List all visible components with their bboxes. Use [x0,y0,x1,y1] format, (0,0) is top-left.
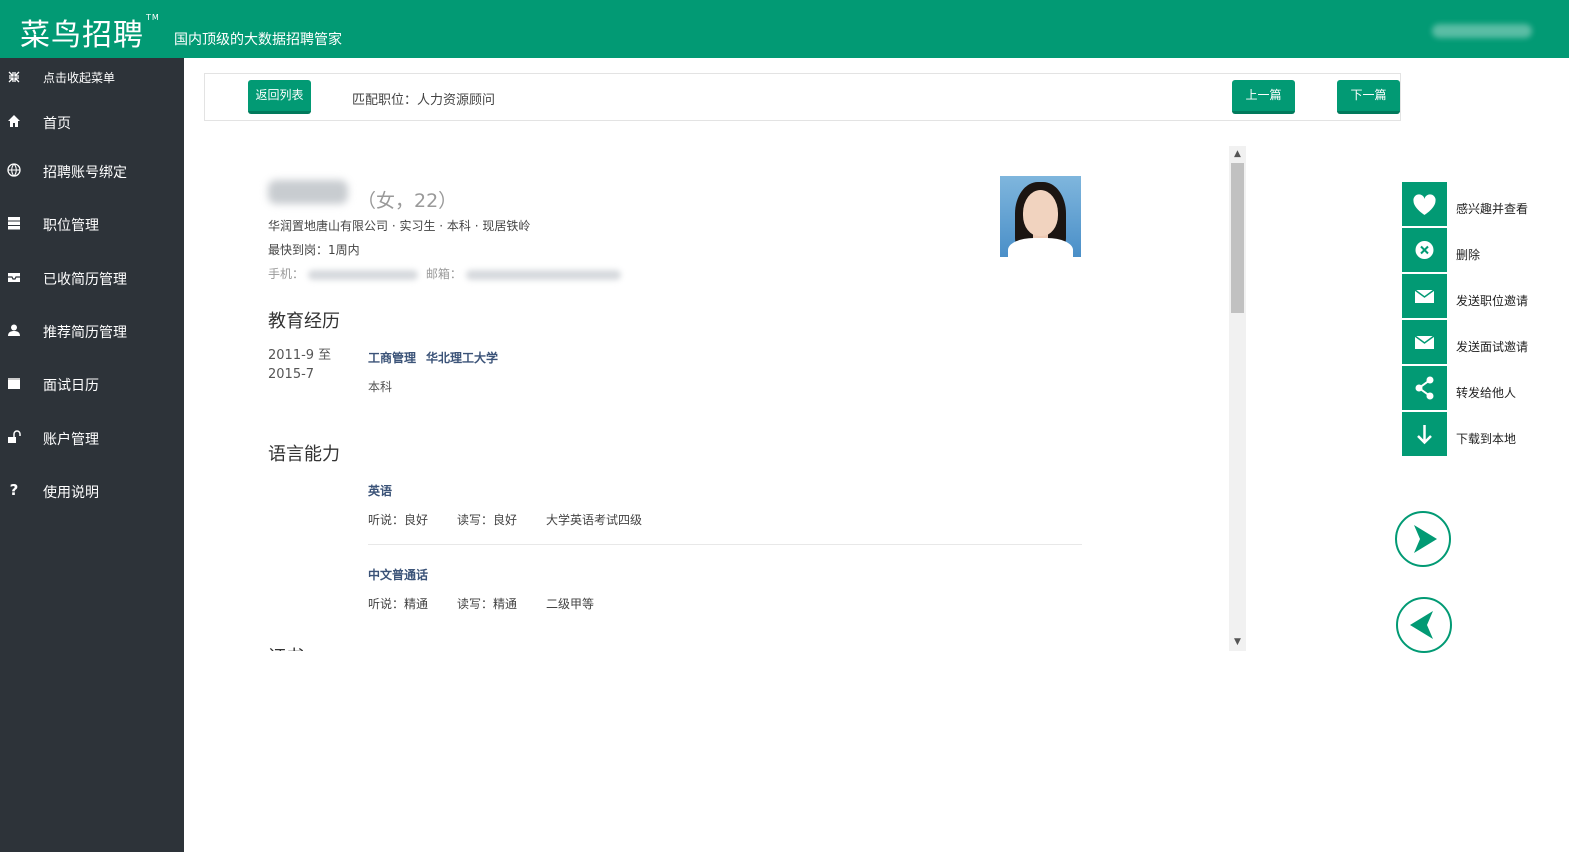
sidebar-item-account[interactable]: 账户管理 [0,420,184,456]
envelope-icon [1402,274,1447,318]
sidebar-item-label: 点击收起菜单 [43,71,116,85]
candidate-summary: 华润置地唐山有限公司 · 实习生 · 本科 · 现居铁岭 [268,219,531,233]
sidebar-item-label: 首页 [43,116,71,132]
sidebar-item-label: 使用说明 [43,485,99,501]
education-major: 工商管理 [368,351,417,365]
app-logo[interactable]: 菜鸟招聘TM [20,10,160,54]
forward-button[interactable]: 转发给他人 [1402,366,1552,410]
arrow-left-icon [1410,611,1433,639]
back-to-list-button[interactable]: 返回列表 [248,80,311,114]
scroll-up-icon[interactable]: ▲ [1229,146,1246,163]
action-label: 删除 [1456,248,1481,262]
next-arrow-button[interactable] [1395,511,1451,567]
prev-resume-button[interactable]: 上一篇 [1232,80,1295,114]
sidebar: 点击收起菜单 首页 招聘账号绑定 职位管理 已收简历管理 推荐简历管理 面试日历… [0,58,184,852]
candidate-name-redacted [268,180,348,204]
sidebar-item-label: 招聘账号绑定 [43,165,127,181]
globe-icon [7,163,21,177]
candidate-contact: 手机： 邮箱： [268,265,625,282]
language-section-title: 语言能力 [268,444,340,465]
unlock-icon [7,430,21,444]
phone-redacted [308,269,419,280]
action-label: 转发给他人 [1456,386,1517,400]
scroll-thumb[interactable] [1231,163,1244,313]
arrow-right-icon [1414,525,1437,553]
education-degree: 本科 [368,380,393,394]
candidate-photo [1000,176,1081,257]
sidebar-item-help[interactable]: ? 使用说明 [0,473,184,509]
heart-icon [1402,182,1447,226]
prev-arrow-button[interactable] [1396,597,1452,653]
sidebar-item-interview-calendar[interactable]: 面试日历 [0,366,184,402]
action-label: 下载到本地 [1456,432,1517,446]
sidebar-item-account-binding[interactable]: 招聘账号绑定 [0,153,184,189]
resume-content: （女，22） 华润置地唐山有限公司 · 实习生 · 本科 · 现居铁岭 最快到岗… [204,146,1246,651]
action-label: 发送面试邀请 [1456,340,1529,354]
education-section-title: 教育经历 [268,311,340,332]
download-button[interactable]: 下载到本地 [1402,412,1552,456]
sidebar-item-collapse[interactable]: 点击收起菜单 [0,60,184,96]
sidebar-item-label: 账户管理 [43,432,99,448]
send-position-invite-button[interactable]: 发送职位邀请 [1402,274,1552,318]
sidebar-item-home[interactable]: 首页 [0,104,184,140]
app-slogan: 国内顶级的大数据招聘管家 [174,32,342,48]
inbox-icon [7,270,21,284]
education-dates: 2011-9 至 2015-7 [268,348,332,382]
sidebar-item-positions[interactable]: 职位管理 [0,206,184,242]
candidate-availability: 最快到岗：1周内 [268,243,360,257]
next-section-title-partial: 证书 [268,643,304,651]
interested-view-button[interactable]: 感兴趣并查看 [1402,182,1552,226]
email-redacted [465,269,621,280]
language-name: 英语 [368,484,393,498]
top-bar: 菜鸟招聘TM 国内顶级的大数据招聘管家 [0,0,1569,58]
send-interview-invite-button[interactable]: 发送面试邀请 [1402,320,1552,364]
scroll-down-icon[interactable]: ▼ [1229,634,1246,651]
home-icon [7,114,21,128]
resume-scrollbar[interactable]: ▲ ▼ [1229,146,1246,651]
action-label: 感兴趣并查看 [1456,202,1529,216]
question-icon: ? [9,481,19,499]
education-school: 华北理工大学 [426,351,499,365]
sidebar-item-label: 推荐简历管理 [43,325,127,341]
candidate-gender-age: （女，22） [357,190,458,212]
delete-button[interactable]: 删除 [1402,228,1552,272]
share-icon [1402,366,1447,410]
resume-header-bar: 返回列表 匹配职位：人力资源顾问 上一篇 下一篇 [204,73,1401,121]
server-icon [7,216,21,230]
user-icon [7,323,21,337]
collapse-icon [7,70,21,84]
action-label: 发送职位邀请 [1456,294,1529,308]
next-resume-button[interactable]: 下一篇 [1337,80,1400,114]
user-menu[interactable] [1432,24,1532,38]
sidebar-item-label: 面试日历 [43,378,99,394]
sidebar-item-recommended-resumes[interactable]: 推荐简历管理 [0,313,184,349]
matched-position: 匹配职位：人力资源顾问 [352,93,496,108]
close-circle-icon [1402,228,1447,272]
trademark: TM [146,13,160,22]
arrow-down-icon [1402,412,1447,456]
sidebar-item-received-resumes[interactable]: 已收简历管理 [0,260,184,296]
calendar-icon [7,376,21,390]
sidebar-item-label: 已收简历管理 [43,272,127,288]
divider [368,544,1082,545]
sidebar-item-label: 职位管理 [43,218,99,234]
language-name: 中文普通话 [368,568,429,582]
envelope-icon [1402,320,1447,364]
phone-label: 手机： [268,267,305,281]
email-label: 邮箱： [425,267,462,281]
